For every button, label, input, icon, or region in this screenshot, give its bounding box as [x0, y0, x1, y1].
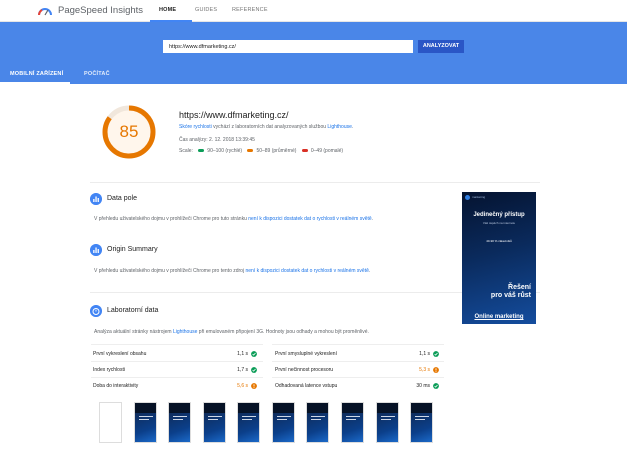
scale-label: Scale:: [179, 148, 193, 154]
filmstrip-frame: [237, 402, 260, 443]
summary-text: vychází z laboratorních dat analyzovanýc…: [211, 124, 328, 130]
screenshot-footer: Online marketing: [474, 314, 524, 320]
field-data-text: V přehledu uživatelského dojmu v prohlíž…: [94, 216, 373, 222]
metric-tti-label: Doba do interaktivity: [93, 383, 139, 389]
screenshot-stat: 40-90 % zákazníků: [486, 239, 512, 243]
pagespeed-logo-icon: [38, 8, 52, 16]
filmstrip-frame: [168, 402, 191, 443]
screenshot-logo-icon: [465, 195, 470, 200]
metric-fmp-label: První smysluplné vykreslení: [275, 351, 337, 357]
score-summary: Skóre rychlosti vychází z laboratorních …: [179, 124, 353, 130]
origin-summary-text: V přehledu uživatelského dojmu v prohlíž…: [94, 268, 370, 274]
check-icon: [251, 367, 257, 373]
nav-guides[interactable]: GUIDES: [195, 7, 217, 13]
lab-data-title: Laboratorní data: [107, 307, 159, 314]
origin-summary-text-prefix: V přehledu uživatelského dojmu v prohlíž…: [94, 268, 246, 274]
warning-icon: [433, 367, 439, 373]
hero-bar: ANALYZOVAT MOBILNÍ ZAŘÍZENÍ POČÍTAČ: [0, 22, 627, 84]
scale-fast-swatch: [198, 149, 205, 153]
score-scale: Scale: 90–100 (rychlé) 50–89 (průměrné) …: [179, 148, 343, 154]
screenshot-headline: Jedinečný přístup: [473, 212, 525, 218]
field-data-text-suffix: .: [371, 216, 374, 222]
metric-input-latency-value: 30 ms: [416, 383, 430, 389]
screenshot-brand: marketing: [472, 195, 486, 199]
metric-fcp-value: 1,1 s: [237, 351, 248, 357]
bar-chart-icon: [90, 193, 102, 205]
metric-fmp-value: 1,1 s: [419, 351, 430, 357]
origin-summary-text-suffix: .: [368, 268, 371, 274]
screenshot-subheadline: Váš úspěch na internetu: [482, 221, 516, 225]
summary-suffix: .: [351, 124, 354, 130]
scale-fast: 90–100 (rychlé): [207, 148, 243, 154]
scale-slow-swatch: [301, 149, 308, 153]
device-tab-indicator: [0, 82, 70, 84]
filmstrip-frame: [376, 402, 399, 443]
filmstrip-frame: [272, 402, 295, 443]
metric-input-latency-label: Odhadovaná latence vstupu: [275, 383, 338, 389]
metrics-divider: [272, 377, 444, 378]
scale-slow: 0–49 (pomalé): [310, 148, 344, 154]
page-screenshot: marketing Jedinečný přístup Váš úspěch n…: [462, 192, 536, 324]
brand-title: PageSpeed Insights: [58, 5, 144, 16]
origin-summary-icon: [90, 244, 102, 256]
metrics-divider: [91, 344, 263, 345]
lighthouse-link[interactable]: Lighthouse: [327, 124, 351, 130]
metrics-divider: [272, 344, 444, 345]
check-icon: [433, 383, 439, 389]
tab-mobile[interactable]: MOBILNÍ ZAŘÍZENÍ: [10, 71, 63, 77]
speed-score-link[interactable]: Skóre rychlosti: [179, 124, 212, 130]
filmstrip-frame: [410, 402, 433, 443]
warning-icon: [251, 383, 257, 389]
check-icon: [251, 351, 257, 357]
section-divider: [90, 182, 540, 183]
scale-average-swatch: [247, 149, 254, 153]
nav-home[interactable]: HOME: [159, 7, 176, 13]
metrics-divider: [272, 361, 444, 362]
screenshot-cta-line2: pro váš růst: [490, 292, 531, 299]
top-nav: PageSpeed Insights HOME GUIDES REFERENCE: [0, 0, 627, 22]
origin-summary-title: Origin Summary: [107, 246, 158, 253]
lab-data-text-suffix: při emulovaném připojení 3G. Hodnoty jso…: [197, 329, 369, 335]
url-input[interactable]: [163, 40, 413, 53]
lab-lighthouse-link[interactable]: Lighthouse: [173, 329, 197, 335]
lab-data-text-prefix: Analýza aktuální stránky nástrojem: [94, 329, 173, 335]
metric-tti-value: 5,6 s: [237, 383, 248, 389]
filmstrip-frame-blank: [99, 402, 122, 443]
metrics-divider: [91, 361, 263, 362]
metric-fci-value: 5,3 s: [419, 367, 430, 373]
field-data-link[interactable]: není k dispozici dostatek dat o rychlost…: [248, 216, 371, 222]
filmstrip-frame: [203, 402, 226, 443]
tab-desktop[interactable]: POČÍTAČ: [84, 71, 110, 77]
check-icon: [433, 351, 439, 357]
analysis-time: Čas analýzy: 2. 12. 2018 13:39:45: [179, 137, 255, 143]
filmstrip-frame: [341, 402, 364, 443]
metric-speed-index-label: Index rychlosti: [93, 367, 125, 373]
score-value: 85: [119, 122, 139, 141]
analyze-button[interactable]: ANALYZOVAT: [418, 40, 464, 53]
lab-data-text: Analýza aktuální stránky nástrojem Light…: [94, 329, 369, 335]
filmstrip-frame: [306, 402, 329, 443]
filmstrip-frame: [134, 402, 157, 443]
metric-fci-label: První nečinnost procesoru: [275, 367, 334, 373]
scale-average: 50–89 (průměrné): [256, 148, 297, 154]
metric-fcp-label: První vykreslení obsahu: [93, 351, 147, 357]
screenshot-cta-line1: Řešení: [508, 284, 531, 291]
stopwatch-icon: [90, 305, 102, 317]
field-data-text-prefix: V přehledu uživatelského dojmu v prohlíž…: [94, 216, 249, 222]
metric-speed-index-value: 1,7 s: [237, 367, 248, 373]
metrics-divider: [91, 377, 263, 378]
analyzed-url: https://www.dfmarketing.cz/: [179, 110, 289, 120]
nav-reference[interactable]: REFERENCE: [232, 7, 268, 13]
origin-summary-link[interactable]: není k dispozici dostatek dat o rychlost…: [245, 268, 368, 274]
field-data-title: Data pole: [107, 195, 137, 202]
